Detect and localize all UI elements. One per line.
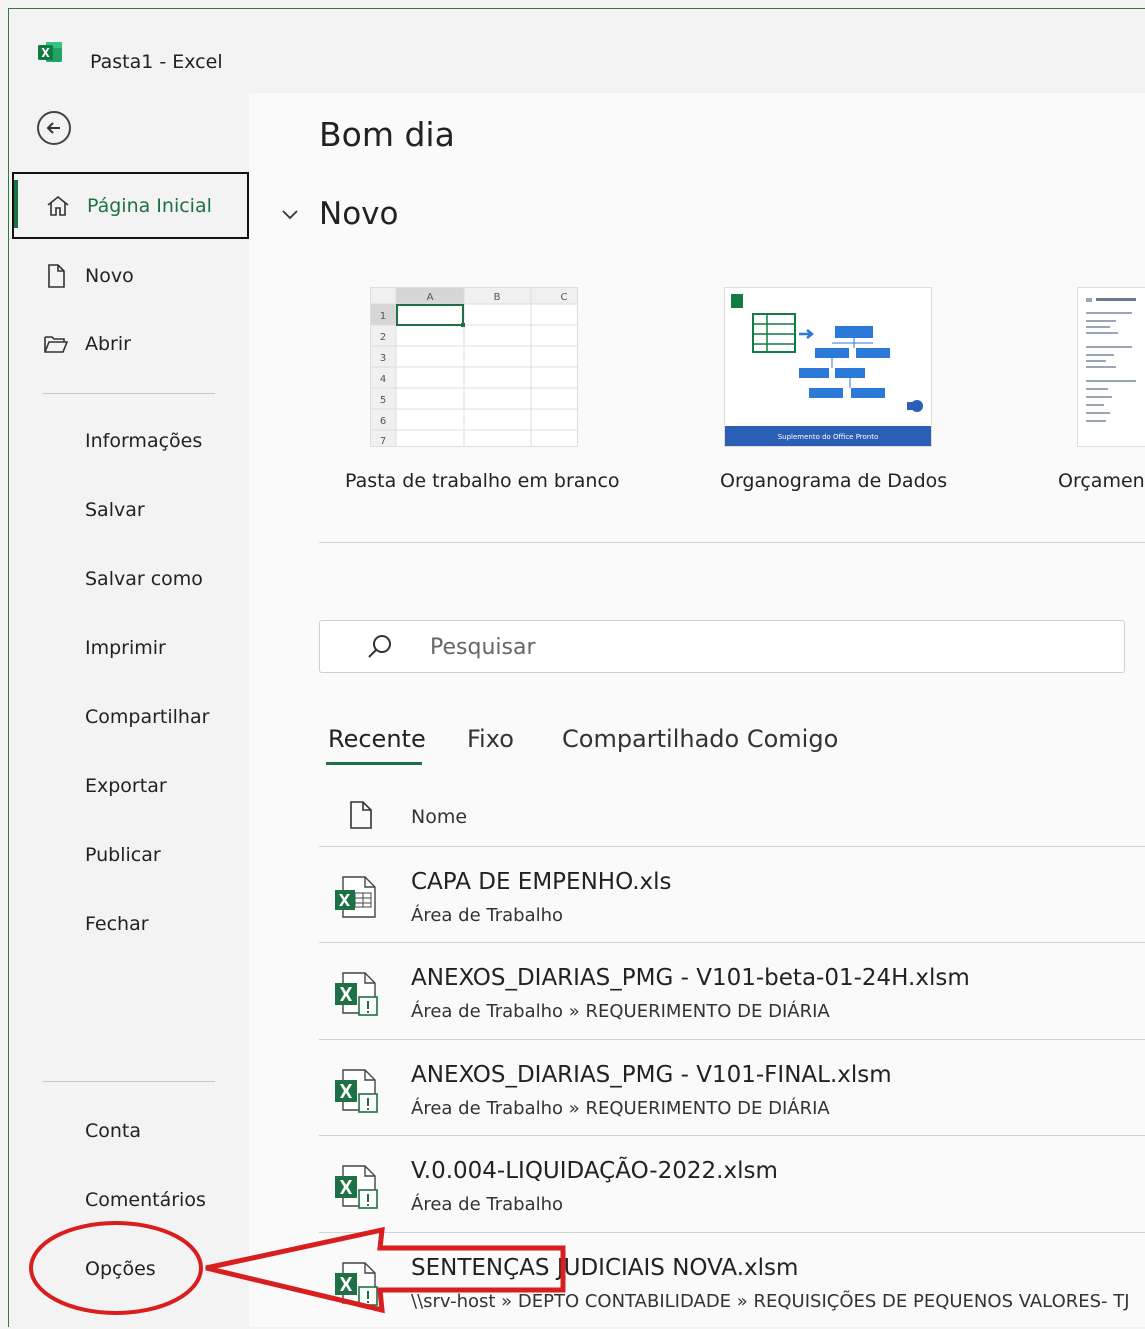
chevron-down-icon[interactable]	[281, 207, 299, 221]
excel-macro-file-icon	[335, 1069, 378, 1113]
sidebar-item-feedback[interactable]: Comentários	[9, 1168, 249, 1232]
search-icon	[368, 635, 391, 658]
search-input[interactable]	[428, 631, 1082, 663]
file-row[interactable]: CAPA DE EMPENHO.xls Área de Trabalho	[319, 847, 1145, 943]
sidebar-divider	[43, 1081, 215, 1082]
addin-banner: Suplemento do Office Pronto	[778, 433, 879, 441]
file-type-icon	[350, 801, 372, 829]
grid-row-label: 1	[380, 311, 386, 322]
sidebar-item-share[interactable]: Compartilhar	[9, 685, 249, 749]
greeting-heading: Bom dia	[319, 115, 455, 154]
file-path: Área de Trabalho » REQUERIMENTO DE DIÁRI…	[411, 1001, 830, 1022]
org-chart-preview: Suplemento do Office Pronto	[725, 288, 931, 446]
excel-legacy-file-icon	[335, 876, 376, 918]
excel-macro-file-icon	[335, 1165, 378, 1209]
file-row[interactable]: ANEXOS_DIARIAS_PMG - V101-FINAL.xlsm Áre…	[319, 1040, 1145, 1136]
sidebar-item-label: Comentários	[85, 1189, 206, 1211]
sidebar-item-label: Publicar	[85, 844, 161, 866]
sidebar-item-close[interactable]: Fechar	[9, 892, 249, 956]
column-header-name[interactable]: Nome	[411, 806, 467, 828]
sidebar-item-open[interactable]: Abrir	[9, 312, 249, 376]
sidebar-item-label: Exportar	[85, 775, 167, 797]
sidebar-item-home[interactable]: Página Inicial	[12, 172, 249, 239]
budget-preview	[1078, 288, 1145, 446]
selection-indicator	[14, 180, 18, 228]
tab-pinned[interactable]: Fixo	[467, 725, 514, 753]
window-title: Pasta1 - Excel	[90, 51, 223, 73]
grid-row-label: 7	[380, 436, 386, 446]
back-arrow-icon	[46, 122, 60, 134]
sidebar-item-info[interactable]: Informações	[9, 409, 249, 473]
file-path: Área de Trabalho	[411, 905, 564, 926]
search-box[interactable]	[319, 620, 1125, 673]
sidebar-item-new[interactable]: Novo	[9, 244, 249, 308]
new-section-title: Novo	[319, 196, 399, 232]
template-thumbnail	[1078, 288, 1145, 446]
sidebar-item-label: Página Inicial	[87, 194, 212, 217]
file-row[interactable]: ANEXOS_DIARIAS_PMG - V101-beta-01-24H.xl…	[319, 943, 1145, 1039]
grid-row-label: 2	[380, 332, 386, 343]
backstage-main: Bom dia Novo A B C 1 2 3 4 5 6 7 Pasta d…	[249, 93, 1145, 1327]
sidebar-item-account[interactable]: Conta	[9, 1099, 249, 1163]
sidebar-item-label: Salvar	[85, 499, 145, 521]
sidebar-item-label: Salvar como	[85, 568, 203, 590]
sidebar-item-label: Abrir	[85, 333, 131, 355]
sidebar-item-label: Opções	[85, 1258, 156, 1280]
file-path: \\srv-host » DEPTO CONTABILIDADE » REQUI…	[411, 1291, 1130, 1312]
tab-shared-with-me[interactable]: Compartilhado Comigo	[562, 725, 838, 753]
sidebar-item-label: Informações	[85, 430, 203, 452]
sidebar-item-options[interactable]: Opções	[9, 1237, 249, 1301]
title-bar: Pasta1 - Excel	[9, 9, 1145, 93]
grid-row-label: 4	[380, 374, 386, 385]
grid-row-label: 3	[380, 353, 386, 364]
sidebar-item-publish[interactable]: Publicar	[9, 823, 249, 887]
template-thumbnail: Suplemento do Office Pronto	[725, 288, 931, 446]
active-tab-indicator	[326, 762, 422, 765]
file-name: ANEXOS_DIARIAS_PMG - V101-FINAL.xlsm	[411, 1062, 892, 1088]
home-icon	[47, 195, 69, 216]
grid-col-label: A	[427, 292, 434, 303]
file-path: Área de Trabalho	[411, 1194, 564, 1215]
sidebar-item-export[interactable]: Exportar	[9, 754, 249, 818]
template-thumbnail: A B C 1 2 3 4 5 6 7	[371, 288, 577, 447]
new-document-icon	[48, 264, 65, 288]
template-label: Orçamen	[1058, 470, 1145, 492]
sidebar-divider	[43, 393, 215, 394]
excel-macro-file-icon	[335, 1262, 378, 1306]
back-button[interactable]	[37, 111, 71, 145]
grid-row-label: 5	[380, 395, 386, 406]
sidebar-item-print[interactable]: Imprimir	[9, 616, 249, 680]
sidebar-item-label: Conta	[85, 1120, 142, 1142]
file-name: SENTENÇAS JUDICIAIS NOVA.xlsm	[411, 1255, 799, 1281]
file-name: V.0.004-LIQUIDAÇÃO-2022.xlsm	[411, 1158, 778, 1184]
sidebar-item-label: Compartilhar	[85, 706, 210, 728]
grid-col-label: C	[561, 292, 568, 303]
file-list-header: Nome	[319, 788, 1145, 846]
tab-recent[interactable]: Recente	[328, 725, 426, 753]
file-row[interactable]: V.0.004-LIQUIDAÇÃO-2022.xlsm Área de Tra…	[319, 1136, 1145, 1232]
excel-macro-file-icon	[335, 972, 378, 1016]
grid-col-label: B	[494, 292, 501, 303]
sidebar-item-label: Novo	[85, 265, 134, 287]
open-folder-icon	[44, 336, 69, 353]
file-name: ANEXOS_DIARIAS_PMG - V101-beta-01-24H.xl…	[411, 965, 970, 991]
template-label: Organograma de Dados	[720, 470, 948, 492]
sidebar-item-save-as[interactable]: Salvar como	[9, 547, 249, 611]
file-name: CAPA DE EMPENHO.xls	[411, 869, 672, 895]
file-path: Área de Trabalho » REQUERIMENTO DE DIÁRI…	[411, 1098, 830, 1119]
file-row[interactable]: SENTENÇAS JUDICIAIS NOVA.xlsm \\srv-host…	[319, 1233, 1145, 1329]
spreadsheet-grid-preview: A B C 1 2 3 4 5 6 7	[371, 288, 577, 447]
sidebar-item-label: Fechar	[85, 913, 149, 935]
sidebar-item-save[interactable]: Salvar	[9, 478, 249, 542]
grid-row-label: 6	[380, 416, 386, 427]
sidebar-item-label: Imprimir	[85, 637, 166, 659]
template-label: Pasta de trabalho em branco	[345, 470, 620, 492]
excel-logo-icon	[38, 42, 62, 62]
backstage-sidebar: Página Inicial Novo Abrir Informações Sa…	[9, 93, 249, 1327]
section-divider	[319, 542, 1145, 543]
